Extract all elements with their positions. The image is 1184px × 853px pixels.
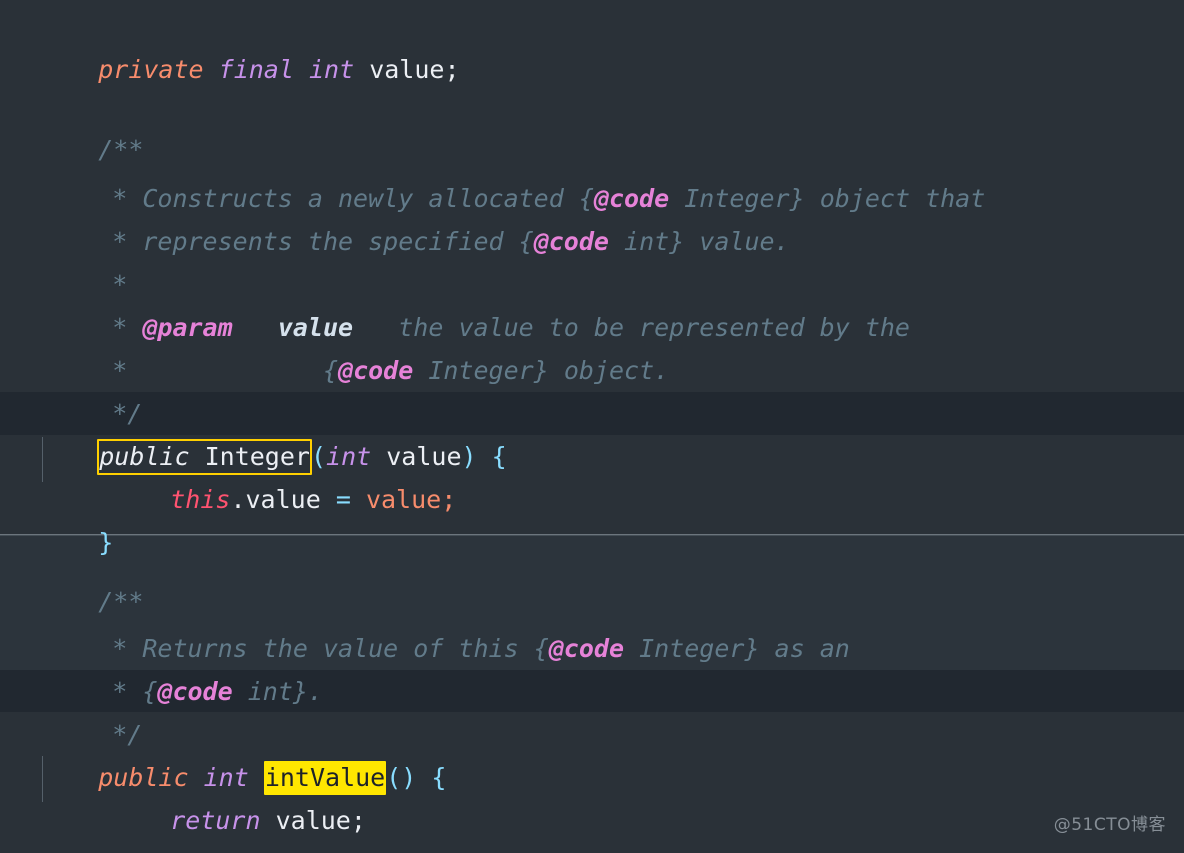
line-constructor-signature[interactable]: public Integer(int value) { — [0, 392, 1184, 435]
line-javadoc-blank[interactable]: * — [0, 220, 1184, 263]
line-constructor-assignment[interactable]: this.value = value; — [0, 435, 1184, 478]
line-javadoc-close-intvalue[interactable]: */ — [0, 670, 1184, 713]
line-javadoc-returns[interactable]: * Returns the value of this {@code Integ… — [0, 584, 1184, 627]
line-javadoc-param-cont[interactable]: * {@code Integer} object. — [0, 306, 1184, 349]
line-javadoc-int[interactable]: * {@code int}. — [0, 627, 1184, 670]
keyword-final: final — [219, 55, 294, 84]
line-javadoc-open-intvalue[interactable]: /** — [0, 537, 1184, 580]
type-int: int — [309, 55, 354, 84]
line-javadoc-close-constructor[interactable]: */ — [0, 349, 1184, 392]
line-javadoc-param[interactable]: * @param value the value to be represent… — [0, 263, 1184, 306]
code-editor[interactable]: private final int value; /** * Construct… — [0, 0, 1184, 853]
line-javadoc-open-constructor[interactable]: /** — [0, 85, 1184, 128]
semicolon: ; — [444, 55, 459, 84]
line-method-intvalue-close[interactable]: } — [0, 799, 1184, 842]
line-javadoc-represents[interactable]: * represents the specified {@code int} v… — [0, 177, 1184, 220]
line-method-intvalue-signature[interactable]: public int intValue() { — [0, 713, 1184, 756]
line-field-declaration[interactable]: private final int value; — [0, 5, 1184, 48]
javadoc-region-rule — [0, 534, 1184, 536]
watermark: @51CTO博客 — [1054, 804, 1166, 847]
line-constructor-close[interactable]: } — [0, 478, 1184, 521]
line-method-intvalue-return[interactable]: return value; — [0, 756, 1184, 799]
field-name-value: value — [369, 55, 444, 84]
keyword-private: private — [98, 55, 203, 84]
line-javadoc-constructs[interactable]: * Constructs a newly allocated {@code In… — [0, 134, 1184, 177]
brace-close: } — [98, 849, 113, 853]
